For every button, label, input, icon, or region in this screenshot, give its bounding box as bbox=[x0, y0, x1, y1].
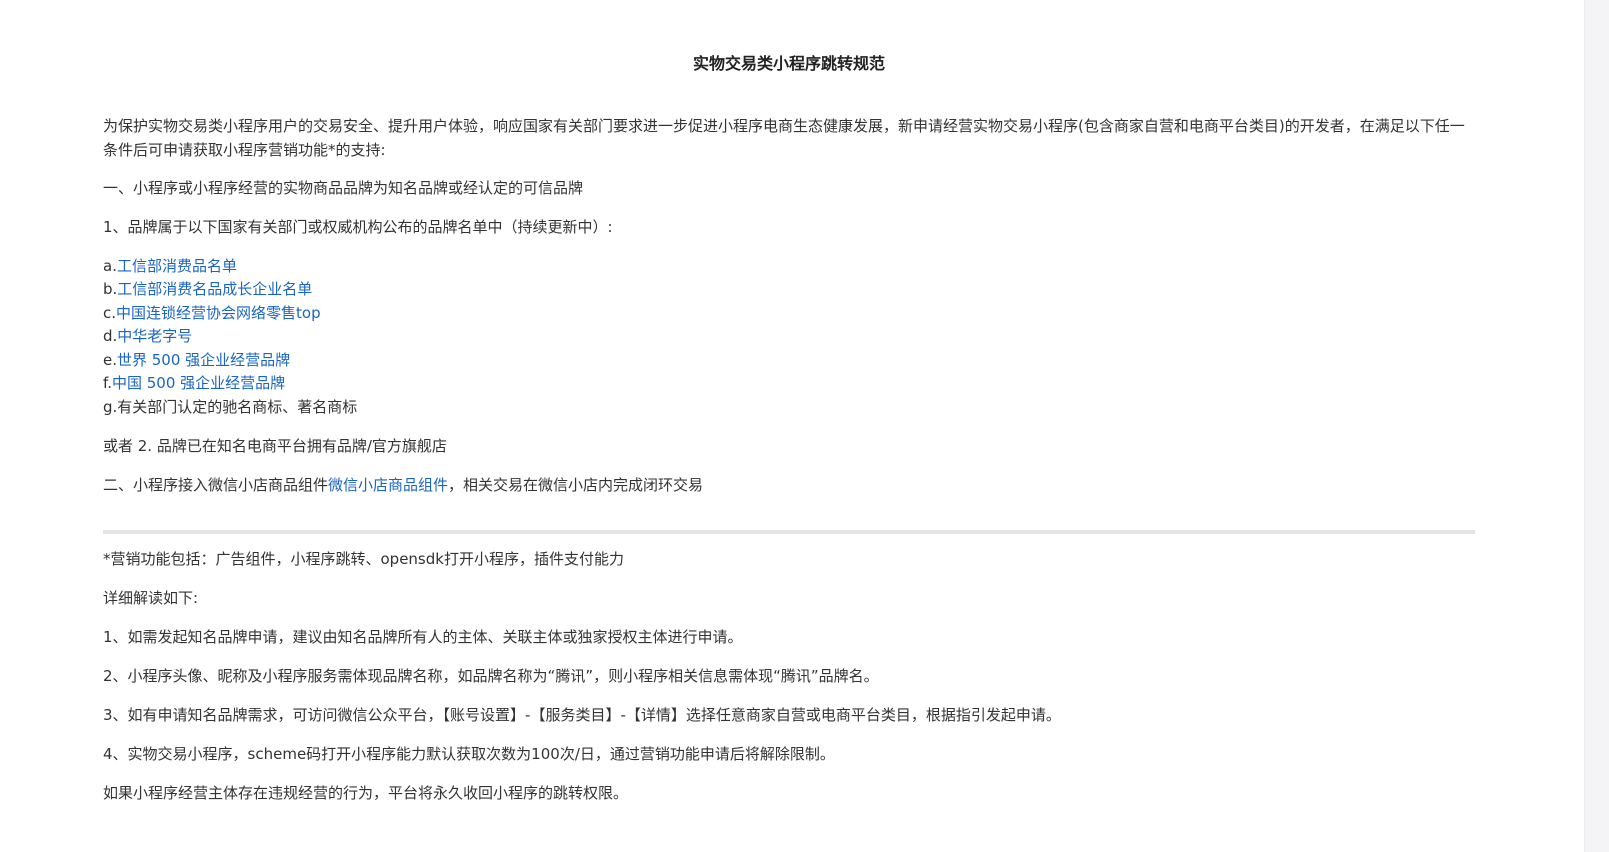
section-1-item-2: 或者 2. 品牌已在知名电商平台拥有品牌/官方旗舰店 bbox=[103, 437, 447, 455]
section-2-paragraph: 二、小程序接入微信小店商品组件微信小店商品组件，相关交易在微信小店内完成闭环交易 bbox=[103, 473, 1475, 497]
detail-item-4: 4、实物交易小程序，scheme码打开小程序能力默认获取次数为100次/日，通过… bbox=[103, 745, 835, 763]
brand-list-prefix: f. bbox=[103, 374, 112, 392]
section-1-item-1: 1、品牌属于以下国家有关部门或权威机构公布的品牌名单中（持续更新中）: bbox=[103, 218, 613, 236]
brand-list-prefix: c. bbox=[103, 304, 117, 322]
link-china-500-brands[interactable]: 中国 500 强企业经营品牌 bbox=[112, 374, 285, 392]
brand-list-prefix: e. bbox=[103, 351, 117, 369]
vertical-scrollbar[interactable] bbox=[1584, 0, 1609, 852]
document-page: 实物交易类小程序跳转规范 为保护实物交易类小程序用户的交易安全、提升用户体验，响… bbox=[0, 0, 1585, 852]
details-heading: 详细解读如下: bbox=[103, 589, 199, 607]
brand-list-prefix: a. bbox=[103, 257, 117, 275]
closing-paragraph: 如果小程序经营主体存在违规经营的行为，平台将永久收回小程序的跳转权限。 bbox=[103, 784, 629, 802]
section-1-heading: 一、小程序或小程序经营的实物商品品牌为知名品牌或经认定的可信品牌 bbox=[103, 179, 584, 197]
link-miit-consumer-goods-list[interactable]: 工信部消费品名单 bbox=[117, 257, 237, 275]
brand-list-item-e: e.世界 500 强企业经营品牌 bbox=[103, 348, 1475, 372]
detail-item-3: 3、如有申请知名品牌需求，可访问微信公众平台，【账号设置】-【服务类目】-【详情… bbox=[103, 706, 1061, 724]
page-title: 实物交易类小程序跳转规范 bbox=[692, 54, 885, 73]
detail-item-1: 1、如需发起知名品牌申请，建议由知名品牌所有人的主体、关联主体或独家授权主体进行… bbox=[103, 628, 743, 646]
brand-list-item-f: f.中国 500 强企业经营品牌 bbox=[103, 371, 1475, 395]
section-2-text-after: ，相关交易在微信小店内完成闭环交易 bbox=[448, 476, 704, 494]
brand-list-prefix: d. bbox=[103, 327, 118, 345]
section-divider bbox=[103, 530, 1475, 534]
brand-list-item-a: a.工信部消费品名单 bbox=[103, 254, 1475, 278]
brand-list-prefix: b. bbox=[103, 280, 118, 298]
section-2-text-before: 二、小程序接入微信小店商品组件 bbox=[103, 476, 329, 494]
link-wechat-store-product-component[interactable]: 微信小店商品组件 bbox=[328, 476, 448, 494]
link-miit-growth-enterprise-list[interactable]: 工信部消费名品成长企业名单 bbox=[117, 280, 312, 298]
link-global-500-brands[interactable]: 世界 500 强企业经营品牌 bbox=[117, 351, 290, 369]
brand-list-item-d: d.中华老字号 bbox=[103, 324, 1475, 348]
brand-list-item-b: b.工信部消费名品成长企业名单 bbox=[103, 277, 1475, 301]
intro-paragraph: 为保护实物交易类小程序用户的交易安全、提升用户体验，响应国家有关部门要求进一步促… bbox=[103, 117, 1465, 159]
link-china-time-honored-brands[interactable]: 中华老字号 bbox=[117, 327, 192, 345]
brand-list-item-c: c.中国连锁经营协会网络零售top bbox=[103, 301, 1475, 325]
marketing-note: *营销功能包括：广告组件，小程序跳转、opensdk打开小程序，插件支付能力 bbox=[103, 550, 624, 568]
brand-list-item-g: g.有关部门认定的驰名商标、著名商标 bbox=[103, 398, 358, 416]
detail-item-2: 2、小程序头像、昵称及小程序服务需体现品牌名称，如品牌名称为“腾讯”，则小程序相… bbox=[103, 667, 879, 685]
link-ccfa-online-retail-top[interactable]: 中国连锁经营协会网络零售top bbox=[116, 304, 321, 322]
